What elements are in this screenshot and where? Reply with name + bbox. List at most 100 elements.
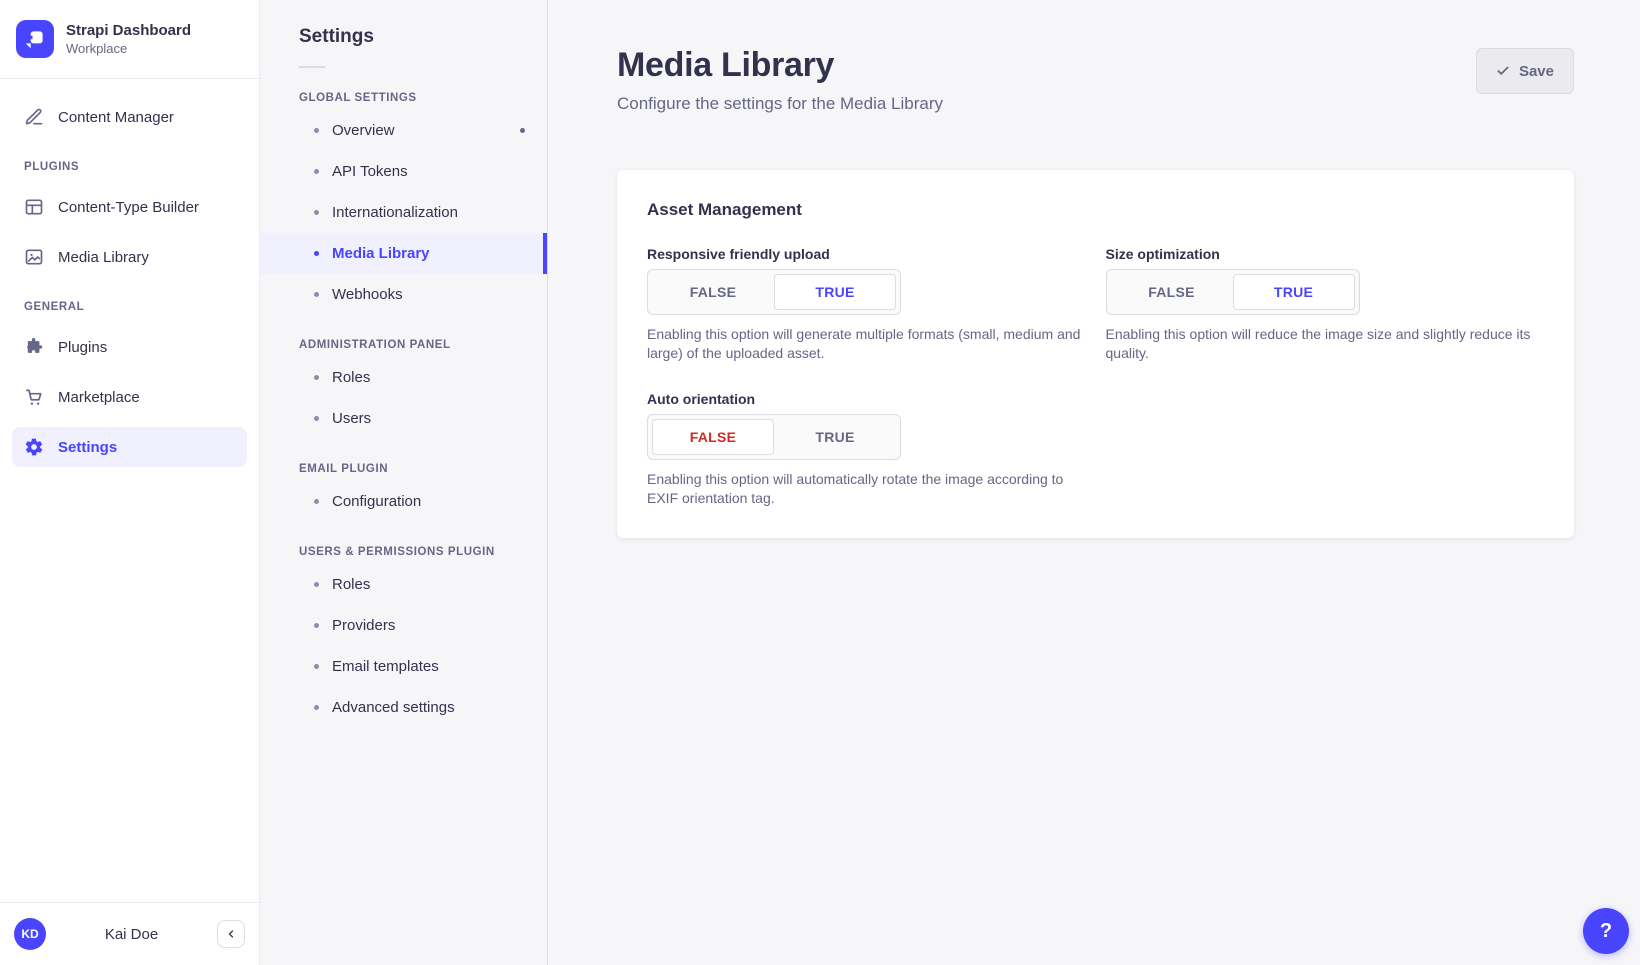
check-icon <box>1496 64 1510 78</box>
sidebar-item-label: Content-Type Builder <box>58 199 199 216</box>
subnav-item-label: Email templates <box>332 658 439 675</box>
field-auto-orientation: Auto orientation FALSE TRUE Enabling thi… <box>647 391 1086 508</box>
subnav-section-global-settings: GLOBAL SETTINGS <box>299 92 508 104</box>
sidebar-item-plugins[interactable]: Plugins <box>12 327 247 367</box>
layout-icon <box>24 197 44 217</box>
field-hint: Enabling this option will automatically … <box>647 470 1086 508</box>
user-name: Kai Doe <box>56 926 207 943</box>
page-title: Media Library <box>617 46 943 85</box>
subnav-item-webhooks[interactable]: Webhooks <box>260 274 547 315</box>
field-label: Auto orientation <box>647 391 1086 407</box>
main-sidebar: Strapi Dashboard Workplace Content Manag… <box>0 0 260 965</box>
sidebar-item-label: Media Library <box>58 249 149 266</box>
subnav-section-administration-panel: ADMINISTRATION PANEL <box>299 339 508 351</box>
brand[interactable]: Strapi Dashboard Workplace <box>0 0 259 79</box>
toggle-false-option[interactable]: FALSE <box>652 274 774 310</box>
subnav-section-users-permissions: USERS & PERMISSIONS PLUGIN <box>299 546 508 558</box>
brand-subtitle: Workplace <box>66 41 191 56</box>
sidebar-item-settings[interactable]: Settings <box>12 427 247 467</box>
main-content: Media Library Configure the settings for… <box>548 0 1640 965</box>
subnav-item-label: API Tokens <box>332 163 408 180</box>
field-hint: Enabling this option will reduce the ima… <box>1106 325 1545 363</box>
sidebar-section-general: GENERAL <box>24 301 247 313</box>
page-subtitle: Configure the settings for the Media Lib… <box>617 94 943 114</box>
divider <box>299 66 325 68</box>
subnav-item-label: Advanced settings <box>332 699 455 716</box>
size-optimization-toggle: FALSE TRUE <box>1106 269 1360 315</box>
subnav-section-email-plugin: EMAIL PLUGIN <box>299 463 508 475</box>
subnav-item-label: Providers <box>332 617 395 634</box>
sidebar-item-label: Plugins <box>58 339 107 356</box>
subnav-item-label: Overview <box>332 122 395 139</box>
notification-dot-icon <box>520 128 525 133</box>
toggle-false-option[interactable]: FALSE <box>652 419 774 455</box>
subnav-item-providers[interactable]: Providers <box>260 605 547 646</box>
subnav-item-label: Configuration <box>332 493 421 510</box>
save-button-label: Save <box>1519 63 1554 80</box>
bullet-icon <box>314 623 319 628</box>
save-button[interactable]: Save <box>1476 48 1574 94</box>
sidebar-item-content-manager[interactable]: Content Manager <box>12 97 247 137</box>
bullet-icon <box>314 705 319 710</box>
toggle-false-option[interactable]: FALSE <box>1111 274 1233 310</box>
subnav-item-email-templates[interactable]: Email templates <box>260 646 547 687</box>
bullet-icon <box>314 499 319 504</box>
subnav-item-roles[interactable]: Roles <box>260 357 547 398</box>
auto-orientation-toggle: FALSE TRUE <box>647 414 901 460</box>
sidebar-item-label: Settings <box>58 439 117 456</box>
subnav-item-label: Users <box>332 410 371 427</box>
puzzle-icon <box>24 337 44 357</box>
gear-icon <box>24 437 44 457</box>
cart-icon <box>24 387 44 407</box>
field-responsive-friendly-upload: Responsive friendly upload FALSE TRUE En… <box>647 246 1086 363</box>
subnav-item-label: Roles <box>332 369 370 386</box>
panel-title: Asset Management <box>647 200 1544 220</box>
collapse-sidebar-button[interactable] <box>217 920 245 948</box>
field-label: Responsive friendly upload <box>647 246 1086 262</box>
subnav-item-label: Internationalization <box>332 204 458 221</box>
sidebar-item-label: Marketplace <box>58 389 140 406</box>
bullet-icon <box>314 251 319 256</box>
asset-management-panel: Asset Management Responsive friendly upl… <box>617 170 1574 538</box>
field-label: Size optimization <box>1106 246 1545 262</box>
bullet-icon <box>314 416 319 421</box>
subnav-item-up-roles[interactable]: Roles <box>260 564 547 605</box>
subnav-item-label: Roles <box>332 576 370 593</box>
sidebar-item-label: Content Manager <box>58 109 174 126</box>
avatar[interactable]: KD <box>14 918 46 950</box>
responsive-friendly-upload-toggle: FALSE TRUE <box>647 269 901 315</box>
bullet-icon <box>314 292 319 297</box>
brand-title: Strapi Dashboard <box>66 22 191 39</box>
subnav-item-label: Media Library <box>332 245 430 262</box>
sidebar-section-plugins: PLUGINS <box>24 161 247 173</box>
image-icon <box>24 247 44 267</box>
subnav-item-api-tokens[interactable]: API Tokens <box>260 151 547 192</box>
subnav-item-media-library[interactable]: Media Library <box>260 233 547 274</box>
sidebar-item-content-type-builder[interactable]: Content-Type Builder <box>12 187 247 227</box>
chevron-left-icon <box>225 928 237 940</box>
toggle-true-option[interactable]: TRUE <box>774 274 896 310</box>
strapi-logo-icon <box>16 20 54 58</box>
bullet-icon <box>314 582 319 587</box>
bullet-icon <box>314 664 319 669</box>
bullet-icon <box>314 210 319 215</box>
subnav-item-users[interactable]: Users <box>260 398 547 439</box>
field-size-optimization: Size optimization FALSE TRUE Enabling th… <box>1106 246 1545 363</box>
field-hint: Enabling this option will generate multi… <box>647 325 1086 363</box>
bullet-icon <box>314 128 319 133</box>
subnav-item-internationalization[interactable]: Internationalization <box>260 192 547 233</box>
help-button[interactable]: ? <box>1583 908 1629 954</box>
bullet-icon <box>314 375 319 380</box>
subnav-title: Settings <box>299 26 547 48</box>
toggle-true-option[interactable]: TRUE <box>1233 274 1355 310</box>
feather-pen-icon <box>24 107 44 127</box>
settings-subnav: Settings GLOBAL SETTINGS Overview API To… <box>260 0 548 965</box>
bullet-icon <box>314 169 319 174</box>
subnav-item-overview[interactable]: Overview <box>260 110 547 151</box>
sidebar-item-media-library[interactable]: Media Library <box>12 237 247 277</box>
subnav-item-advanced-settings[interactable]: Advanced settings <box>260 687 547 728</box>
subnav-item-configuration[interactable]: Configuration <box>260 481 547 522</box>
sidebar-item-marketplace[interactable]: Marketplace <box>12 377 247 417</box>
subnav-item-label: Webhooks <box>332 286 403 303</box>
toggle-true-option[interactable]: TRUE <box>774 419 896 455</box>
